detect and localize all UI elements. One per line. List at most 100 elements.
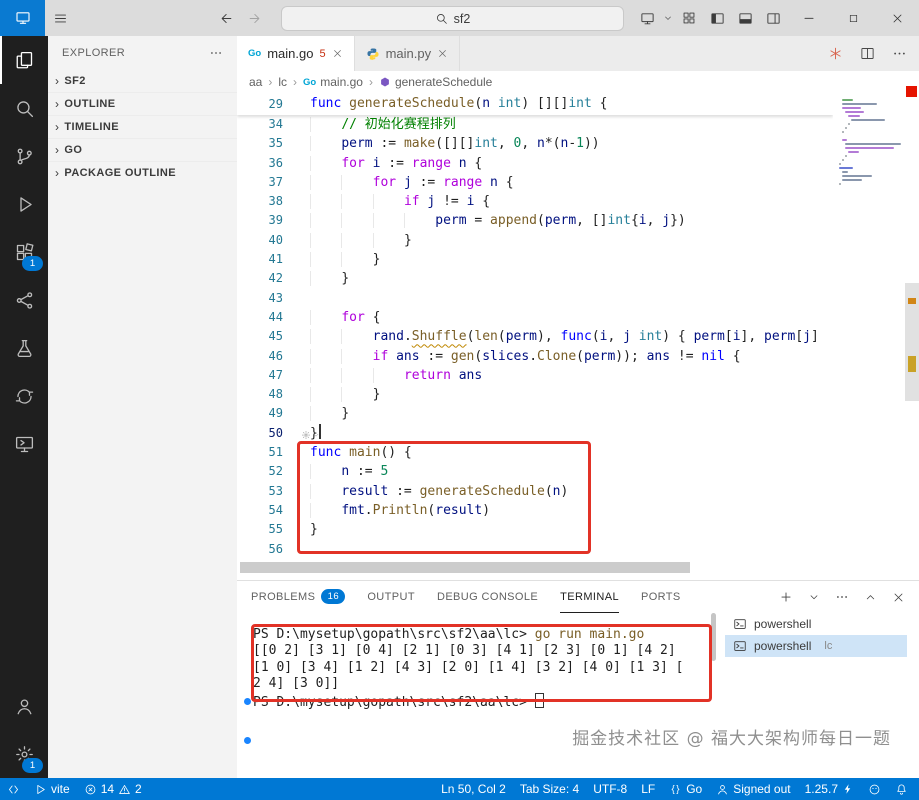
- code-line[interactable]: 46 if ans := gen(slices.Clone(perm)); an…: [237, 347, 833, 366]
- panel-more-actions-icon[interactable]: [835, 590, 849, 604]
- status-notifications[interactable]: [888, 778, 915, 800]
- status-accounts-signed-out[interactable]: Signed out: [709, 778, 797, 800]
- minimap[interactable]: [833, 99, 903, 580]
- gear-widget-icon[interactable]: [301, 430, 320, 440]
- chevron-down-icon[interactable]: [661, 0, 675, 36]
- sidebar-section-package-outline[interactable]: › PACKAGE OUTLINE: [48, 161, 237, 184]
- activity-item-testing[interactable]: [0, 324, 48, 372]
- status-cursor-position[interactable]: Ln 50, Col 2: [434, 778, 513, 800]
- code-line[interactable]: 55}: [237, 520, 833, 539]
- panel-tab-output[interactable]: OUTPUT: [367, 581, 415, 613]
- toggle-panel-icon[interactable]: [731, 0, 759, 36]
- new-terminal-icon[interactable]: [779, 590, 793, 604]
- code-line[interactable]: 34 // 初始化赛程排列: [237, 115, 833, 134]
- code-line[interactable]: 53 result := generateSchedule(n): [237, 482, 833, 501]
- horizontal-scrollbar[interactable]: [240, 562, 690, 573]
- toggle-sidebar-icon[interactable]: [703, 0, 731, 36]
- code-line[interactable]: 45 rand.Shuffle(len(perm), func(i, j int…: [237, 327, 833, 346]
- activity-item-source-control[interactable]: [0, 132, 48, 180]
- sidebar-section-timeline[interactable]: › TIMELINE: [48, 115, 237, 138]
- code-line[interactable]: 47 return ans: [237, 366, 833, 385]
- terminal-tab-powershell[interactable]: powershell: [725, 613, 907, 635]
- command-center-search[interactable]: sf2: [281, 6, 624, 31]
- activity-item-settings[interactable]: 1: [0, 730, 48, 778]
- run-code-icon[interactable]: [828, 46, 843, 61]
- code-line[interactable]: 40 }: [237, 231, 833, 250]
- forward-button[interactable]: [240, 0, 268, 36]
- code-line[interactable]: 44 for {: [237, 308, 833, 327]
- terminal-output[interactable]: PS D:\mysetup\gopath\src\sf2\aa\lc> go r…: [253, 627, 683, 710]
- breadcrumb-item-aa[interactable]: aa: [249, 75, 262, 89]
- activity-item-explorer[interactable]: [0, 36, 48, 84]
- sidebar-section-go[interactable]: › GO: [48, 138, 237, 161]
- back-button[interactable]: [212, 0, 240, 36]
- minimap-line: [845, 127, 847, 129]
- tab-main.py[interactable]: main.py: [354, 36, 461, 71]
- code-line[interactable]: 50}: [237, 423, 833, 443]
- code-line[interactable]: 35 perm := make([][]int, 0, n*(n-1)): [237, 134, 833, 153]
- code-line[interactable]: 54 fmt.Println(result): [237, 501, 833, 520]
- code-token: len: [474, 329, 498, 345]
- code-line[interactable]: 42 }: [237, 269, 833, 288]
- code-line[interactable]: 39 perm = append(perm, []int{i, j}): [237, 211, 833, 230]
- code-line[interactable]: 43: [237, 289, 833, 308]
- sidebar-section-sf2[interactable]: › SF2: [48, 70, 237, 92]
- code-line[interactable]: 51 func main() {: [237, 443, 833, 462]
- sidebar-section-outline[interactable]: › OUTLINE: [48, 92, 237, 115]
- activity-item-accounts[interactable]: [0, 682, 48, 730]
- activity-item-remote-explorer[interactable]: [0, 420, 48, 468]
- minimize-button[interactable]: [787, 0, 831, 36]
- panel-tab-terminal[interactable]: TERMINAL: [560, 581, 619, 613]
- activity-item-search[interactable]: [0, 84, 48, 132]
- code-line[interactable]: 36 for i := range n {: [237, 154, 833, 173]
- toggle-secondary-sidebar-icon[interactable]: [759, 0, 787, 36]
- code-token: .: [403, 329, 412, 345]
- tab-close-icon[interactable]: [437, 48, 448, 59]
- sticky-line[interactable]: 29 func generateSchedule(n int) [][]int {: [237, 93, 833, 115]
- breadcrumb-item-lc[interactable]: lc: [278, 75, 287, 89]
- close-panel-icon[interactable]: [892, 591, 905, 604]
- breadcrumb-item-generateSchedule[interactable]: generateSchedule: [379, 75, 492, 89]
- code-line[interactable]: 52 n := 5: [237, 462, 833, 481]
- maximize-panel-icon[interactable]: [864, 591, 877, 604]
- code-line[interactable]: 37 for j := range n {: [237, 173, 833, 192]
- activity-item-extensions[interactable]: 1: [0, 228, 48, 276]
- code-line[interactable]: 38 if j != i {: [237, 192, 833, 211]
- status-encoding[interactable]: UTF-8: [586, 778, 634, 800]
- terminal-tab-powershell[interactable]: powershell lc: [725, 635, 907, 657]
- code-token: ,: [521, 136, 538, 152]
- status-problems[interactable]: 14 2: [77, 778, 149, 800]
- panel-tab-problems[interactable]: PROBLEMS 16: [251, 581, 346, 613]
- status-eol[interactable]: LF: [634, 778, 662, 800]
- tab-main.go[interactable]: Go main.go 5: [237, 36, 355, 71]
- sidebar-more-actions-icon[interactable]: [209, 46, 223, 60]
- maximize-button[interactable]: [831, 0, 875, 36]
- code-line[interactable]: 41 }: [237, 250, 833, 269]
- code-editor[interactable]: 29 func generateSchedule(n int) [][]int {…: [237, 93, 833, 580]
- activity-item-run-debug[interactable]: [0, 180, 48, 228]
- status-task-vite[interactable]: vite: [27, 778, 77, 800]
- tab-close-icon[interactable]: [332, 48, 343, 59]
- status-go-gopher[interactable]: [861, 778, 888, 800]
- status-go-version[interactable]: 1.25.7: [798, 778, 861, 800]
- open-remote-window-icon[interactable]: [633, 0, 661, 36]
- status-remote[interactable]: [0, 778, 27, 800]
- editor-grid-icon[interactable]: [675, 0, 703, 36]
- status-indentation[interactable]: Tab Size: 4: [513, 778, 586, 800]
- panel-tab-ports[interactable]: PORTS: [641, 581, 681, 613]
- menu-icon[interactable]: [46, 0, 74, 36]
- split-editor-icon[interactable]: [860, 46, 875, 61]
- code-token: range: [411, 155, 451, 171]
- code-line[interactable]: 49 }: [237, 404, 833, 423]
- close-button[interactable]: [875, 0, 919, 36]
- code-line[interactable]: 48 }: [237, 385, 833, 404]
- terminal-dropdown-icon[interactable]: [808, 591, 820, 603]
- breadcrumb-item-main.go[interactable]: Go main.go: [303, 75, 363, 89]
- activity-item-sync[interactable]: [0, 372, 48, 420]
- editor-more-actions-icon[interactable]: [892, 46, 907, 61]
- code-line[interactable]: 56: [237, 540, 833, 559]
- panel-tab-debug-console[interactable]: DEBUG CONSOLE: [437, 581, 538, 613]
- activity-item-live-share[interactable]: [0, 276, 48, 324]
- status-language-mode[interactable]: Go: [662, 778, 709, 800]
- terminal-scrollbar[interactable]: [711, 613, 716, 661]
